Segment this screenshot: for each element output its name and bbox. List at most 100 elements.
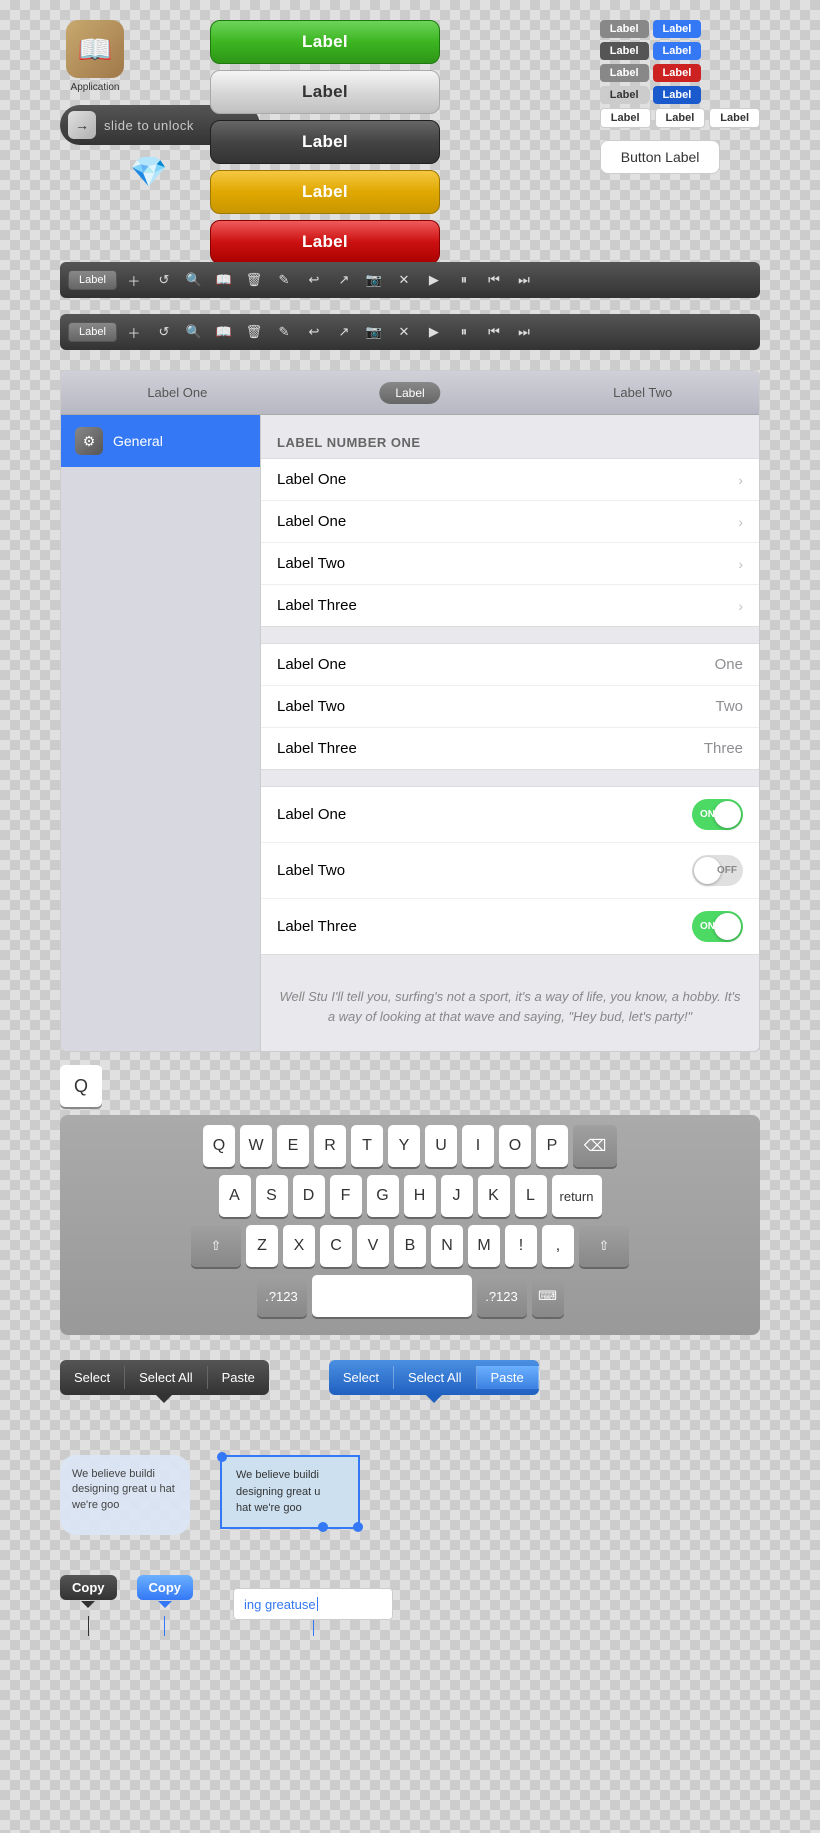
space-key[interactable] <box>312 1275 472 1317</box>
key-m[interactable]: M <box>468 1225 500 1267</box>
key-exclaim[interactable]: ! <box>505 1225 537 1267</box>
toolbar-2-prev[interactable]: ⏮ <box>481 319 507 345</box>
small-tag-blue-2[interactable]: Label <box>653 42 702 60</box>
key-w[interactable]: W <box>240 1125 272 1167</box>
key-u[interactable]: U <box>425 1125 457 1167</box>
numbers-right-key[interactable]: .?123 <box>477 1275 527 1317</box>
silver-button[interactable]: Label <box>210 70 440 114</box>
toolbar-1-prev[interactable]: ⏮ <box>481 267 507 293</box>
text-input-field[interactable]: ing greatuse <box>233 1588 393 1620</box>
tab-label-middle[interactable]: Label <box>294 381 527 405</box>
select-item-blue[interactable]: Select <box>329 1366 394 1389</box>
toolbar-2-search[interactable]: 🔍 <box>181 319 207 345</box>
toolbar-2-close[interactable]: ✕ <box>391 319 417 345</box>
key-j[interactable]: J <box>441 1175 473 1217</box>
small-tag-darkgray[interactable]: Label <box>600 42 649 60</box>
toolbar-2-play[interactable]: ▶ <box>421 319 447 345</box>
small-tag-gray-1[interactable]: Label <box>600 20 649 38</box>
key-v[interactable]: V <box>357 1225 389 1267</box>
small-tag-outline-2[interactable]: Label <box>655 108 706 128</box>
key-q[interactable]: Q <box>203 1125 235 1167</box>
key-c[interactable]: C <box>320 1225 352 1267</box>
small-tag-gray-2[interactable]: Label <box>600 64 649 82</box>
key-l[interactable]: L <box>515 1175 547 1217</box>
toolbar-1-close[interactable]: ✕ <box>391 267 417 293</box>
small-tag-outline-3[interactable]: Label <box>709 108 760 128</box>
toolbar-2-pause[interactable]: ⏸ <box>451 319 477 345</box>
toolbar-1-add[interactable]: ＋ <box>121 267 147 293</box>
key-x[interactable]: X <box>283 1225 315 1267</box>
small-tag-outline-1[interactable]: Label <box>600 108 651 128</box>
red-button[interactable]: Label <box>210 220 440 264</box>
toolbar-2-refresh[interactable]: ↺ <box>151 319 177 345</box>
standalone-q-key[interactable]: Q <box>60 1065 102 1107</box>
settings-row-1-3[interactable]: Label Two › <box>261 543 759 585</box>
key-y[interactable]: Y <box>388 1125 420 1167</box>
yellow-button[interactable]: Label <box>210 170 440 214</box>
toolbar-1-search[interactable]: 🔍 <box>181 267 207 293</box>
text-selection-area[interactable]: We believe buildidesigning great uhat we… <box>220 1455 360 1529</box>
key-t[interactable]: T <box>351 1125 383 1167</box>
toolbar-1-label[interactable]: Label <box>68 270 117 290</box>
key-p[interactable]: P <box>536 1125 568 1167</box>
key-comma[interactable]: , <box>542 1225 574 1267</box>
dark-button[interactable]: Label <box>210 120 440 164</box>
small-tag-darkblue[interactable]: Label <box>653 86 702 104</box>
toolbar-1-delete[interactable]: 🗑 <box>241 267 267 293</box>
toolbar-1-camera[interactable]: 📷 <box>361 267 387 293</box>
toggle-off-2[interactable]: OFF <box>692 855 743 886</box>
settings-row-1-4[interactable]: Label Three › <box>261 585 759 626</box>
toolbar-2-label[interactable]: Label <box>68 322 117 342</box>
settings-row-1-2[interactable]: Label One › <box>261 501 759 543</box>
select-all-item-blue[interactable]: Select All <box>394 1366 476 1389</box>
key-f[interactable]: F <box>330 1175 362 1217</box>
key-e[interactable]: E <box>277 1125 309 1167</box>
key-o[interactable]: O <box>499 1125 531 1167</box>
key-g[interactable]: G <box>367 1175 399 1217</box>
paste-item-blue[interactable]: Paste <box>477 1366 539 1389</box>
toolbar-1-next[interactable]: ⏭ <box>511 267 537 293</box>
keyboard-icon-key[interactable]: ⌨ <box>532 1275 564 1317</box>
tab-label-two[interactable]: Label Two <box>526 373 759 412</box>
key-d[interactable]: D <box>293 1175 325 1217</box>
sidebar-item-general[interactable]: ⚙ General <box>61 415 260 467</box>
key-b[interactable]: B <box>394 1225 426 1267</box>
key-k[interactable]: K <box>478 1175 510 1217</box>
toolbar-1-share[interactable]: ↗ <box>331 267 357 293</box>
toolbar-2-undo[interactable]: ↩ <box>301 319 327 345</box>
key-i[interactable]: I <box>462 1125 494 1167</box>
key-n[interactable]: N <box>431 1225 463 1267</box>
small-tag-blue-1[interactable]: Label <box>653 20 702 38</box>
toolbar-2-next[interactable]: ⏭ <box>511 319 537 345</box>
paste-item[interactable]: Paste <box>208 1366 269 1389</box>
settings-row-2-2[interactable]: Label Two Two <box>261 686 759 728</box>
shift-left-key[interactable]: ⇧ <box>191 1225 241 1267</box>
delete-key[interactable]: ⌫ <box>573 1125 617 1167</box>
shift-right-key[interactable]: ⇧ <box>579 1225 629 1267</box>
toolbar-1-book[interactable]: 📖 <box>211 267 237 293</box>
key-a[interactable]: A <box>219 1175 251 1217</box>
toolbar-1-refresh[interactable]: ↺ <box>151 267 177 293</box>
settings-row-2-3[interactable]: Label Three Three <box>261 728 759 769</box>
toolbar-2-edit[interactable]: ✎ <box>271 319 297 345</box>
toolbar-2-book[interactable]: 📖 <box>211 319 237 345</box>
toolbar-2-add[interactable]: ＋ <box>121 319 147 345</box>
copy-blue-button[interactable]: Copy <box>137 1575 194 1600</box>
settings-row-2-1[interactable]: Label One One <box>261 644 759 686</box>
key-z[interactable]: Z <box>246 1225 278 1267</box>
app-icon[interactable]: 📖 Application <box>60 20 130 93</box>
numbers-left-key[interactable]: .?123 <box>257 1275 307 1317</box>
key-s[interactable]: S <box>256 1175 288 1217</box>
green-button[interactable]: Label <box>210 20 440 64</box>
small-tag-red[interactable]: Label <box>653 64 702 82</box>
toolbar-2-camera[interactable]: 📷 <box>361 319 387 345</box>
settings-row-1-1[interactable]: Label One › <box>261 459 759 501</box>
tab-label-one[interactable]: Label One <box>61 373 294 412</box>
return-key[interactable]: return <box>552 1175 602 1217</box>
toolbar-1-play[interactable]: ▶ <box>421 267 447 293</box>
toolbar-1-pause[interactable]: ⏸ <box>451 267 477 293</box>
button-label-big[interactable]: Button Label <box>600 140 721 174</box>
toolbar-1-edit[interactable]: ✎ <box>271 267 297 293</box>
key-h[interactable]: H <box>404 1175 436 1217</box>
toolbar-2-delete[interactable]: 🗑 <box>241 319 267 345</box>
